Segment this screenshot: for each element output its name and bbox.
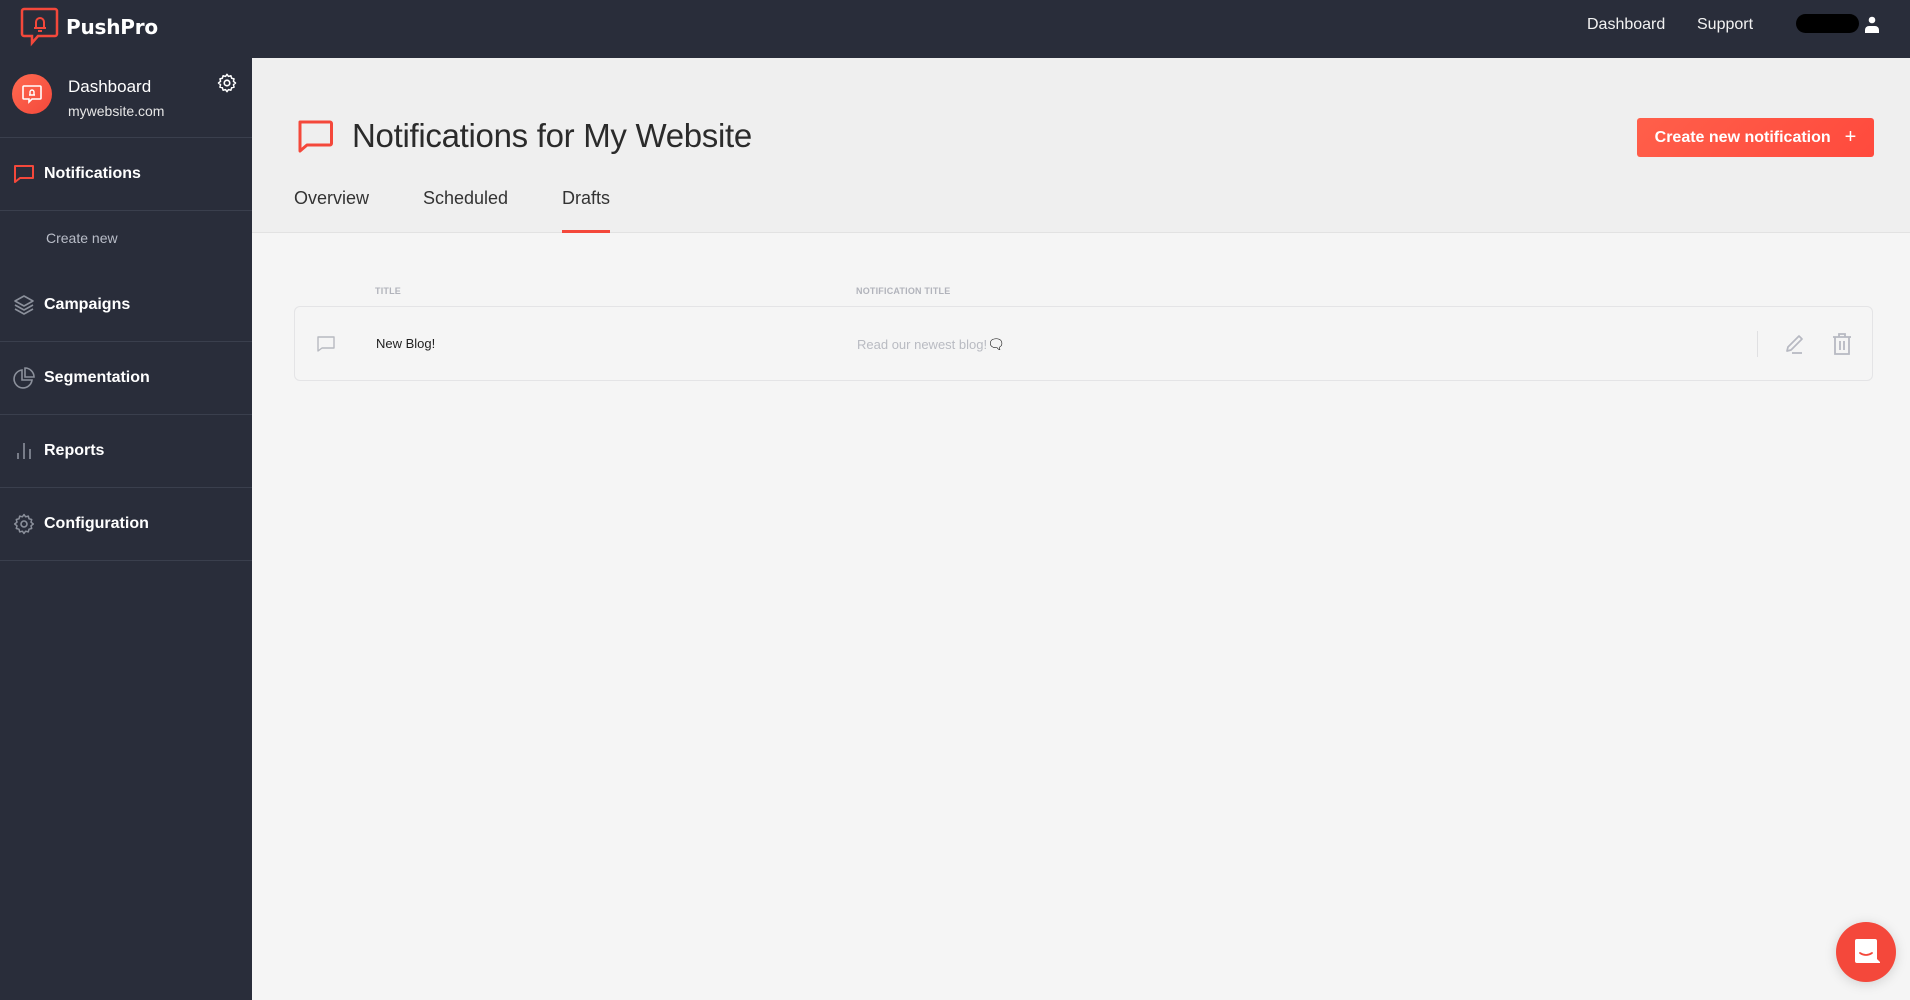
sidebar-item-segmentation[interactable]: Segmentation	[0, 342, 252, 415]
layers-icon	[12, 293, 36, 317]
logo[interactable]: PushPro	[20, 6, 158, 48]
site-selector[interactable]: Dashboard mywebsite.com	[0, 58, 252, 138]
brand-name: PushPro	[66, 15, 158, 39]
chat-launcher-button[interactable]	[1836, 922, 1896, 982]
sidebar-item-label: Configuration	[44, 515, 149, 532]
tab-drafts[interactable]: Drafts	[562, 188, 611, 233]
sidebar-subitem-label: Create new	[46, 230, 118, 246]
bell-speech-icon	[22, 85, 42, 104]
top-navbar: PushPro Dashboard Support	[0, 0, 1910, 58]
sidebar: Dashboard mywebsite.com Notifications Cr…	[0, 58, 252, 1000]
sidebar-item-reports[interactable]: Reports	[0, 415, 252, 488]
sidebar-item-label: Segmentation	[44, 369, 150, 386]
sidebar-item-label: Notifications	[44, 165, 141, 182]
page-title: Notifications for My Website	[352, 117, 752, 154]
gear-icon[interactable]	[216, 72, 238, 94]
tab-overview[interactable]: Overview	[294, 188, 369, 233]
row-title: New Blog!	[376, 336, 436, 351]
speech-bubble-icon	[12, 162, 36, 186]
row-divider	[1757, 331, 1758, 357]
tab-scheduled[interactable]: Scheduled	[423, 188, 508, 233]
column-header-notification-title: NOTIFICATION TITLE	[856, 286, 951, 296]
gear-icon	[12, 512, 36, 536]
column-header-title: TITLE	[375, 286, 401, 296]
table-row[interactable]: New Blog! Read our newest blog!🗨	[294, 306, 1873, 381]
speech-bubble-icon	[298, 120, 333, 153]
sidebar-item-campaigns[interactable]: Campaigns	[0, 269, 252, 342]
pie-chart-icon	[12, 366, 36, 390]
speech-bubble-icon	[317, 336, 335, 352]
bar-chart-icon	[12, 439, 36, 463]
chat-smile-icon	[1855, 939, 1880, 963]
sidebar-item-label: Campaigns	[44, 296, 131, 313]
redacted-username[interactable]	[1796, 14, 1859, 33]
page-header: Notifications for My Website Create new …	[252, 58, 1910, 233]
sidebar-item-notifications[interactable]: Notifications	[0, 138, 252, 211]
top-nav-dashboard-link[interactable]: Dashboard	[1587, 16, 1665, 34]
edit-icon[interactable]	[1783, 332, 1807, 356]
site-avatar	[12, 74, 52, 114]
site-name: Dashboard	[68, 77, 152, 96]
sidebar-subitem-create-new[interactable]: Create new	[0, 211, 252, 269]
bell-speech-logo-icon	[20, 7, 59, 47]
sidebar-item-label: Reports	[44, 442, 105, 459]
user-icon[interactable]	[1864, 16, 1880, 34]
row-notification-title: Read our newest blog!🗨	[857, 336, 1005, 353]
top-nav-support-link[interactable]: Support	[1697, 16, 1753, 34]
row-notification-title-text: Read our newest blog!	[857, 337, 988, 352]
sidebar-item-configuration[interactable]: Configuration	[0, 488, 252, 561]
trash-icon[interactable]	[1830, 331, 1854, 357]
plus-icon: +	[1844, 126, 1857, 148]
speech-balloon-emoji: 🗨	[987, 336, 1005, 352]
create-new-notification-button[interactable]: Create new notification +	[1637, 118, 1874, 157]
site-domain: mywebsite.com	[68, 103, 165, 119]
create-button-label: Create new notification	[1654, 128, 1831, 146]
